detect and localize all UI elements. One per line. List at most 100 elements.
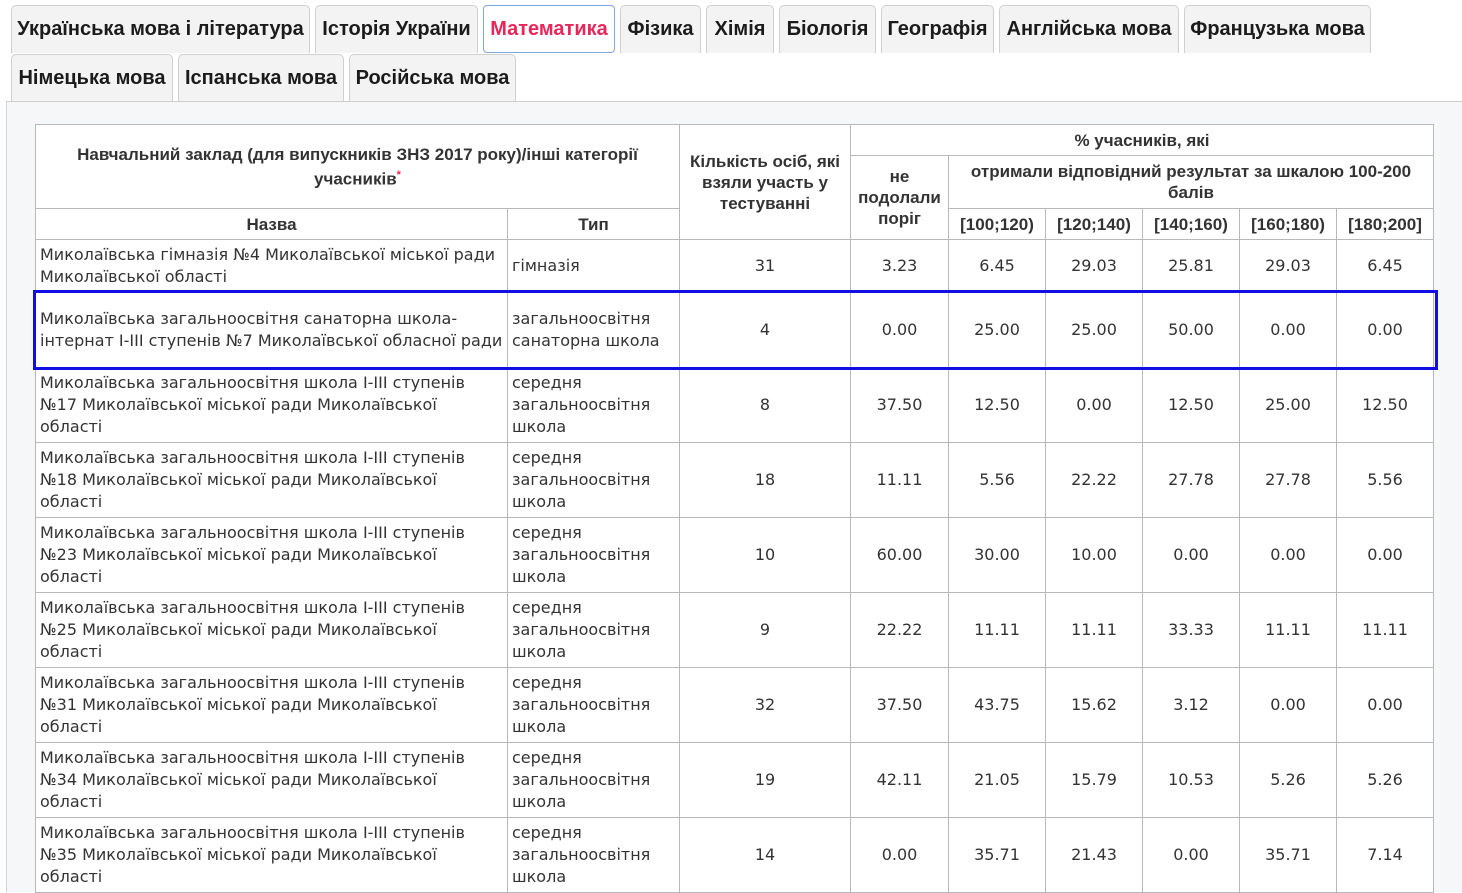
row-range-5: 6.45 — [1336, 239, 1434, 292]
row-range-5: 11.11 — [1336, 592, 1434, 668]
tab-russian[interactable]: Російська мова — [349, 54, 516, 102]
range-120-140-header: [120;140) — [1045, 208, 1143, 240]
row-count: 32 — [679, 667, 851, 743]
row-range-5: 0.00 — [1336, 291, 1434, 368]
row-range-3: 0.00 — [1142, 517, 1240, 593]
table-row: Миколаївська загальноосвітня школа І-ІІІ… — [35, 442, 1434, 518]
tab-geography[interactable]: Географія — [881, 5, 994, 53]
row-not-passed: 37.50 — [850, 367, 949, 443]
row-count: 19 — [679, 742, 851, 818]
percent-participants-header: % учасників, які — [850, 124, 1434, 156]
row-type: загальноосвітня санаторна школа — [507, 291, 680, 368]
row-range-2: 25.00 — [1045, 291, 1143, 368]
row-name: Миколаївська загальноосвітня школа І-ІІІ… — [35, 667, 508, 743]
row-count: 8 — [679, 367, 851, 443]
row-name: Миколаївська загальноосвітня школа І-ІІІ… — [35, 592, 508, 668]
row-range-3: 10.53 — [1142, 742, 1240, 818]
range-160-180-header: [160;180) — [1239, 208, 1337, 240]
table-row-highlighted: Миколаївська загальноосвітня санаторна ш… — [35, 291, 1434, 368]
row-range-4: 35.71 — [1239, 817, 1337, 893]
row-type: середня загальноосвітня школа — [507, 667, 680, 743]
row-range-2: 15.79 — [1045, 742, 1143, 818]
row-name: Миколаївська загальноосвітня школа І-ІІІ… — [35, 742, 508, 818]
row-range-1: 12.50 — [948, 367, 1046, 443]
table-row: Миколаївська загальноосвітня школа І-ІІІ… — [35, 592, 1434, 668]
subject-tabs: Українська мова і література Історія Укр… — [0, 0, 1462, 102]
row-type: середня загальноосвітня школа — [507, 442, 680, 518]
row-not-passed: 42.11 — [850, 742, 949, 818]
row-range-1: 11.11 — [948, 592, 1046, 668]
row-range-3: 27.78 — [1142, 442, 1240, 518]
row-range-1: 21.05 — [948, 742, 1046, 818]
tab-ukrainian-language-literature[interactable]: Українська мова і література — [11, 5, 310, 53]
row-type: середня загальноосвітня школа — [507, 517, 680, 593]
row-range-2: 22.22 — [1045, 442, 1143, 518]
row-range-3: 25.81 — [1142, 239, 1240, 292]
row-range-4: 5.26 — [1239, 742, 1337, 818]
row-range-4: 25.00 — [1239, 367, 1337, 443]
row-range-5: 0.00 — [1336, 667, 1434, 743]
row-range-3: 12.50 — [1142, 367, 1240, 443]
row-type: середня загальноосвітня школа — [507, 367, 680, 443]
tab-chemistry[interactable]: Хімія — [706, 5, 774, 53]
row-range-3: 0.00 — [1142, 817, 1240, 893]
row-range-4: 11.11 — [1239, 592, 1337, 668]
row-range-1: 6.45 — [948, 239, 1046, 292]
table-row: Миколаївська загальноосвітня школа І-ІІІ… — [35, 742, 1434, 818]
row-name: Миколаївська загальноосвітня санаторна ш… — [35, 291, 508, 368]
range-140-160-header: [140;160) — [1142, 208, 1240, 240]
institution-header: Навчальний заклад (для випускників ЗНЗ 2… — [35, 124, 680, 209]
row-range-5: 5.56 — [1336, 442, 1434, 518]
row-not-passed: 0.00 — [850, 291, 949, 368]
tab-french[interactable]: Французька мова — [1184, 5, 1371, 53]
tab-german[interactable]: Німецька мова — [11, 54, 173, 102]
row-name: Миколаївська загальноосвітня школа І-ІІІ… — [35, 517, 508, 593]
table-row: Миколаївська гімназія №4 Миколаївської м… — [35, 239, 1434, 292]
row-count: 9 — [679, 592, 851, 668]
row-range-2: 11.11 — [1045, 592, 1143, 668]
row-count: 18 — [679, 442, 851, 518]
row-range-5: 0.00 — [1336, 517, 1434, 593]
row-range-4: 0.00 — [1239, 667, 1337, 743]
row-not-passed: 22.22 — [850, 592, 949, 668]
score-scale-header: отримали відповідний результат за шкалою… — [948, 155, 1434, 209]
row-not-passed: 60.00 — [850, 517, 949, 593]
row-range-3: 3.12 — [1142, 667, 1240, 743]
row-count: 14 — [679, 817, 851, 893]
tab-history-of-ukraine[interactable]: Історія України — [315, 5, 478, 53]
tab-physics[interactable]: Фізика — [620, 5, 701, 53]
row-range-2: 21.43 — [1045, 817, 1143, 893]
table-row: Миколаївська загальноосвітня школа І-ІІІ… — [35, 817, 1434, 893]
row-count: 10 — [679, 517, 851, 593]
results-table: Навчальний заклад (для випускників ЗНЗ 2… — [35, 124, 1434, 893]
row-range-4: 0.00 — [1239, 517, 1337, 593]
row-name: Миколаївська загальноосвітня школа І-ІІІ… — [35, 442, 508, 518]
tab-mathematics[interactable]: Математика — [483, 5, 615, 53]
row-range-1: 35.71 — [948, 817, 1046, 893]
row-type: середня загальноосвітня школа — [507, 592, 680, 668]
tab-english[interactable]: Англійська мова — [999, 5, 1179, 53]
row-range-4: 0.00 — [1239, 291, 1337, 368]
participant-count-header: Кількість осіб, які взяли участь у тесту… — [679, 124, 851, 240]
row-name: Миколаївська загальноосвітня школа І-ІІІ… — [35, 817, 508, 893]
table-row: Миколаївська загальноосвітня школа І-ІІІ… — [35, 517, 1434, 593]
tab-biology[interactable]: Біологія — [779, 5, 876, 53]
row-range-4: 27.78 — [1239, 442, 1337, 518]
row-range-1: 43.75 — [948, 667, 1046, 743]
row-range-5: 7.14 — [1336, 817, 1434, 893]
table-row: Миколаївська загальноосвітня школа І-ІІІ… — [35, 667, 1434, 743]
row-not-passed: 0.00 — [850, 817, 949, 893]
row-not-passed: 11.11 — [850, 442, 949, 518]
row-type: середня загальноосвітня школа — [507, 817, 680, 893]
row-range-2: 29.03 — [1045, 239, 1143, 292]
row-range-5: 5.26 — [1336, 742, 1434, 818]
row-type: гімназія — [507, 239, 680, 292]
row-range-2: 0.00 — [1045, 367, 1143, 443]
tab-spanish[interactable]: Іспанська мова — [178, 54, 344, 102]
row-range-3: 50.00 — [1142, 291, 1240, 368]
row-count: 4 — [679, 291, 851, 368]
range-100-120-header: [100;120) — [948, 208, 1046, 240]
row-name: Миколаївська загальноосвітня школа І-ІІІ… — [35, 367, 508, 443]
name-column-header: Назва — [35, 208, 508, 240]
row-range-2: 15.62 — [1045, 667, 1143, 743]
